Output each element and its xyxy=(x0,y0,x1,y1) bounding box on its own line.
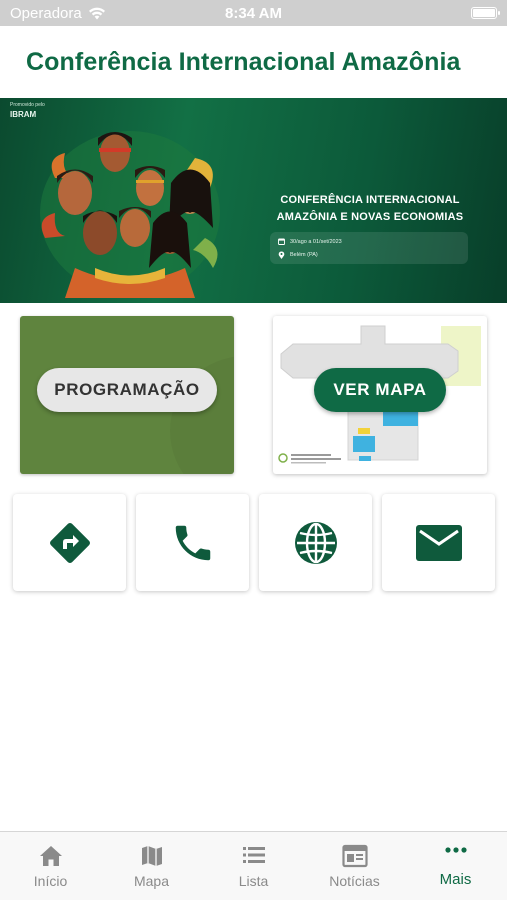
banner-title-line2: AMAZÔNIA E NOVAS ECONOMIAS xyxy=(276,211,464,223)
event-banner[interactable]: Promovido pelo IBRAM CONFERÊNCIA INTERNA… xyxy=(0,98,507,303)
banner-title: CONFERÊNCIA INTERNACIONAL AMAZÔNIA E NOV… xyxy=(270,192,470,226)
indigenous-faces-illustration xyxy=(40,131,220,298)
list-icon xyxy=(242,847,265,863)
banner-title-line1: CONFERÊNCIA INTERNACIONAL xyxy=(280,194,460,206)
more-icon xyxy=(444,847,467,853)
phone-icon xyxy=(175,525,210,560)
event-location-text: Belém (PA) xyxy=(290,252,318,258)
event-dates-text: 30/ago a 01/set/2023 xyxy=(290,238,342,245)
app-header: Conferência Internacional Amazônia xyxy=(0,26,507,98)
tab-lista[interactable]: Lista xyxy=(203,832,304,900)
clock: 8:34 AM xyxy=(225,5,282,22)
event-location: Belém (PA) xyxy=(278,251,318,259)
tab-noticias-label: Notícias xyxy=(329,873,380,889)
event-info-box: 30/ago a 01/set/2023 Belém (PA) xyxy=(270,232,468,264)
location-pin-icon xyxy=(278,251,285,259)
directions-button[interactable] xyxy=(13,494,126,591)
map-card[interactable]: VER MAPA xyxy=(273,316,487,474)
programacao-card[interactable]: PROGRAMAÇÃO xyxy=(20,316,234,474)
tab-inicio[interactable]: Início xyxy=(0,832,101,900)
tab-lista-label: Lista xyxy=(238,873,269,889)
tab-mapa-label: Mapa xyxy=(133,873,170,889)
tab-mais[interactable]: Mais xyxy=(405,832,506,900)
tab-mais-label: Mais xyxy=(439,871,472,888)
globe-icon xyxy=(294,521,337,564)
email-button[interactable] xyxy=(382,494,495,591)
programacao-button[interactable]: PROGRAMAÇÃO xyxy=(37,368,217,412)
mail-icon xyxy=(415,524,462,561)
organizer-logo: IBRAM xyxy=(10,110,37,119)
tab-noticias[interactable]: Notícias xyxy=(304,832,405,900)
ver-mapa-button[interactable]: VER MAPA xyxy=(314,368,446,412)
tab-inicio-label: Início xyxy=(33,873,68,889)
battery-icon xyxy=(471,7,500,19)
directions-icon xyxy=(49,522,90,563)
map-icon xyxy=(141,846,162,866)
promoted-by-text: Promovido pelo xyxy=(10,102,45,108)
app-screen: Operadora 8:34 AM Conferência Internacio… xyxy=(0,0,507,900)
page-title: Conferência Internacional Amazônia xyxy=(26,48,461,76)
status-bar: Operadora 8:34 AM xyxy=(0,0,507,26)
tab-mapa[interactable]: Mapa xyxy=(101,832,202,900)
bottom-tab-bar: Início Mapa Lista Notícias Mais xyxy=(0,831,507,900)
phone-button[interactable] xyxy=(136,494,249,591)
calendar-icon xyxy=(278,238,285,245)
website-button[interactable] xyxy=(259,494,372,591)
home-icon xyxy=(39,846,62,866)
newspaper-icon xyxy=(341,844,368,868)
event-dates: 30/ago a 01/set/2023 xyxy=(278,238,342,245)
